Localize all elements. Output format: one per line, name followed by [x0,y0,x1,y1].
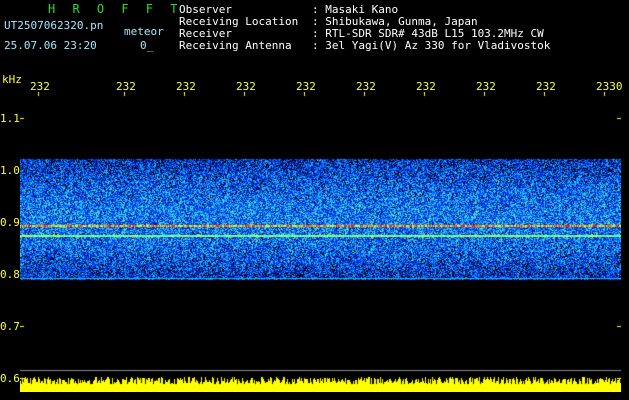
datetime: 25.07.06 23:20 [4,39,97,52]
y-tick-label: 1.1 [0,112,20,125]
mode-label: meteor [124,25,164,38]
spectrogram-canvas [20,92,621,392]
y-tick-label: 1.0 [0,164,20,177]
counter: 0_ [140,39,154,52]
y-tick-label: 0.8 [0,268,20,281]
field-value-antenna: : 3el Yagi(V) Az 330 for Vladivostok [312,39,551,52]
field-label-antenna: Receiving Antenna [179,39,292,52]
app-title: H R O F F T [48,2,183,16]
filename: UT2507062320.pn [4,19,104,32]
y-tick-label: 0.9 [0,216,20,229]
y-tick-label: 0.7 [0,320,20,333]
y-tick-label: 0.6 [0,372,20,385]
spectrogram-plot [20,92,621,392]
y-unit-label: kHz [2,73,22,86]
